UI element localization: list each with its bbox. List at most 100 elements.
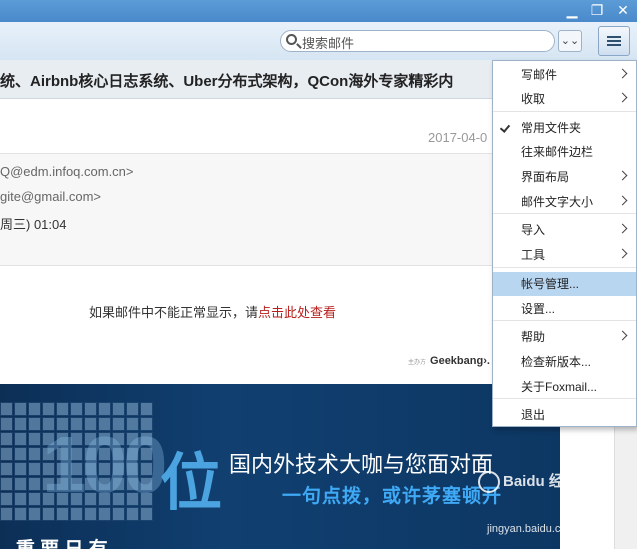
- speaker-photo: [0, 462, 13, 476]
- chevron-right-icon: [617, 223, 628, 234]
- sponsor-logo: 主办方 Geekbang›.: [408, 355, 490, 367]
- watermark-brand: Baidu 经验: [503, 473, 579, 490]
- speaker-photo: [28, 402, 41, 416]
- menu-item-label: 工具: [521, 248, 546, 262]
- baidu-watermark: Baidu 经验: [478, 470, 579, 494]
- main-menu-dropdown: 写邮件收取常用文件夹往来邮件边栏 界面布局邮件文字大小 导入工具帐号管理... 设置.…: [492, 60, 637, 427]
- menu-item[interactable]: 帐号管理...: [493, 272, 636, 296]
- minimize-button[interactable]: ▁: [563, 2, 581, 20]
- menu-item[interactable]: 设置...: [493, 297, 636, 321]
- menu-item[interactable]: 写邮件: [493, 63, 636, 87]
- chevron-right-icon: [617, 248, 628, 259]
- search-placeholder: 搜索邮件: [302, 37, 355, 52]
- baidu-paw-icon: [478, 471, 500, 494]
- speaker-photo: [0, 447, 13, 461]
- chevron-right-icon: [617, 68, 628, 79]
- speaker-photo: [28, 507, 41, 521]
- menu-item[interactable]: 往来邮件边栏: [493, 140, 636, 164]
- speaker-photo: [56, 402, 69, 416]
- speaker-photo: [98, 402, 111, 416]
- speaker-photo: [0, 417, 13, 431]
- speaker-photo: [14, 507, 27, 521]
- view-online-link[interactable]: 点击此处查看: [258, 305, 336, 320]
- banner-subheadline: 一句点拨，或许茅塞顿开: [282, 486, 503, 507]
- email-date: 2017-04-0: [428, 130, 488, 145]
- chevron-right-icon: [617, 195, 628, 206]
- speaker-photo: [28, 432, 41, 446]
- notice-text: 如果邮件中不能正常显示，请: [89, 305, 259, 320]
- speaker-photo: [14, 462, 27, 476]
- list-menu-icon: [607, 36, 621, 47]
- email-time: 周三) 01:04: [0, 217, 67, 232]
- email-header-info: Q@edm.infoq.com.cn> gite@gmail.com> 周三) …: [0, 153, 560, 266]
- speaker-photo: [28, 477, 41, 491]
- search-input[interactable]: 搜索邮件: [280, 30, 555, 52]
- speaker-photo: [14, 417, 27, 431]
- banner-char: 位: [160, 449, 223, 518]
- banner-number: 100: [42, 420, 168, 509]
- speaker-photo: [126, 402, 139, 416]
- menu-item-label: 检查新版本...: [521, 355, 592, 369]
- email-from[interactable]: Q@edm.infoq.com.cn>: [0, 164, 134, 179]
- banner-bottom-text: ...重 要 日 有 ...: [0, 534, 129, 549]
- chevron-right-icon: [617, 170, 628, 181]
- menu-item-label: 往来邮件边栏: [521, 145, 594, 159]
- chevron-right-icon: [617, 92, 628, 103]
- speaker-photo: [14, 432, 27, 446]
- menu-item[interactable]: 界面布局: [493, 165, 636, 189]
- restore-button[interactable]: ❐: [588, 2, 606, 20]
- geekbang-logo: Geekbang›.: [430, 355, 490, 367]
- speaker-photo: [14, 447, 27, 461]
- search-icon: [286, 34, 297, 45]
- display-notice: 如果邮件中不能正常显示，请点击此处查看: [89, 302, 336, 321]
- speaker-photo: [112, 402, 125, 416]
- menu-item-label: 关于Foxmail...: [521, 380, 598, 394]
- menu-item[interactable]: 导入: [493, 218, 636, 242]
- menu-item-label: 设置...: [521, 302, 556, 316]
- chevron-right-icon: [617, 330, 628, 341]
- speaker-photo: [28, 492, 41, 506]
- menu-item[interactable]: 邮件文字大小: [493, 190, 636, 214]
- menu-item[interactable]: 收取: [493, 87, 636, 111]
- speaker-photo: [14, 492, 27, 506]
- speaker-photo: [84, 402, 97, 416]
- close-button[interactable]: ✕: [614, 2, 632, 20]
- watermark-url: jingyan.baidu.com: [487, 523, 576, 535]
- speaker-photo: [14, 477, 27, 491]
- speaker-photo: [14, 402, 27, 416]
- email-subject: 统、Airbnb核心日志系统、Uber分布式架构，QCon海外专家精彩内: [0, 73, 454, 90]
- speaker-photo: [28, 462, 41, 476]
- menu-item-label: 帮助: [521, 330, 546, 344]
- menu-item-label: 写邮件: [521, 68, 558, 82]
- email-to[interactable]: gite@gmail.com>: [0, 189, 101, 204]
- menu-item-label: 退出: [521, 408, 546, 422]
- menu-item[interactable]: 常用文件夹: [493, 116, 636, 140]
- promo-banner[interactable]: 100 位 国内外技术大咖与您面对面 一句点拨，或许茅塞顿开 ...重 要 日 …: [0, 384, 560, 549]
- toolbar: 搜索邮件 ⌄⌄: [0, 22, 637, 61]
- menu-item-label: 收取: [521, 92, 546, 106]
- menu-item-label: 界面布局: [521, 170, 570, 184]
- speaker-photo: [0, 507, 13, 521]
- menu-separator: [493, 267, 636, 268]
- speaker-photo: [0, 432, 13, 446]
- main-menu-button[interactable]: [598, 26, 630, 56]
- menu-item[interactable]: 帮助: [493, 325, 636, 349]
- speaker-photo: [28, 417, 41, 431]
- menu-item[interactable]: 退出: [493, 403, 636, 427]
- menu-item-label: 导入: [521, 223, 546, 237]
- checkmark-icon: [499, 122, 511, 133]
- speaker-photo: [28, 447, 41, 461]
- menu-item-label: 邮件文字大小: [521, 195, 594, 209]
- menu-item-label: 常用文件夹: [521, 121, 582, 135]
- speaker-photo: [140, 402, 153, 416]
- search-options-button[interactable]: ⌄⌄: [558, 30, 582, 52]
- menu-item[interactable]: 关于Foxmail...: [493, 375, 636, 399]
- menu-item[interactable]: 检查新版本...: [493, 350, 636, 374]
- sponsor-caption: 主办方: [408, 360, 427, 366]
- speaker-photo: [70, 402, 83, 416]
- menu-item-label: 帐号管理...: [521, 277, 580, 291]
- speaker-photo: [0, 477, 13, 491]
- menu-item[interactable]: 工具: [493, 243, 636, 267]
- menu-separator: [493, 111, 636, 112]
- title-bar: ▁ ❐ ✕: [0, 0, 637, 22]
